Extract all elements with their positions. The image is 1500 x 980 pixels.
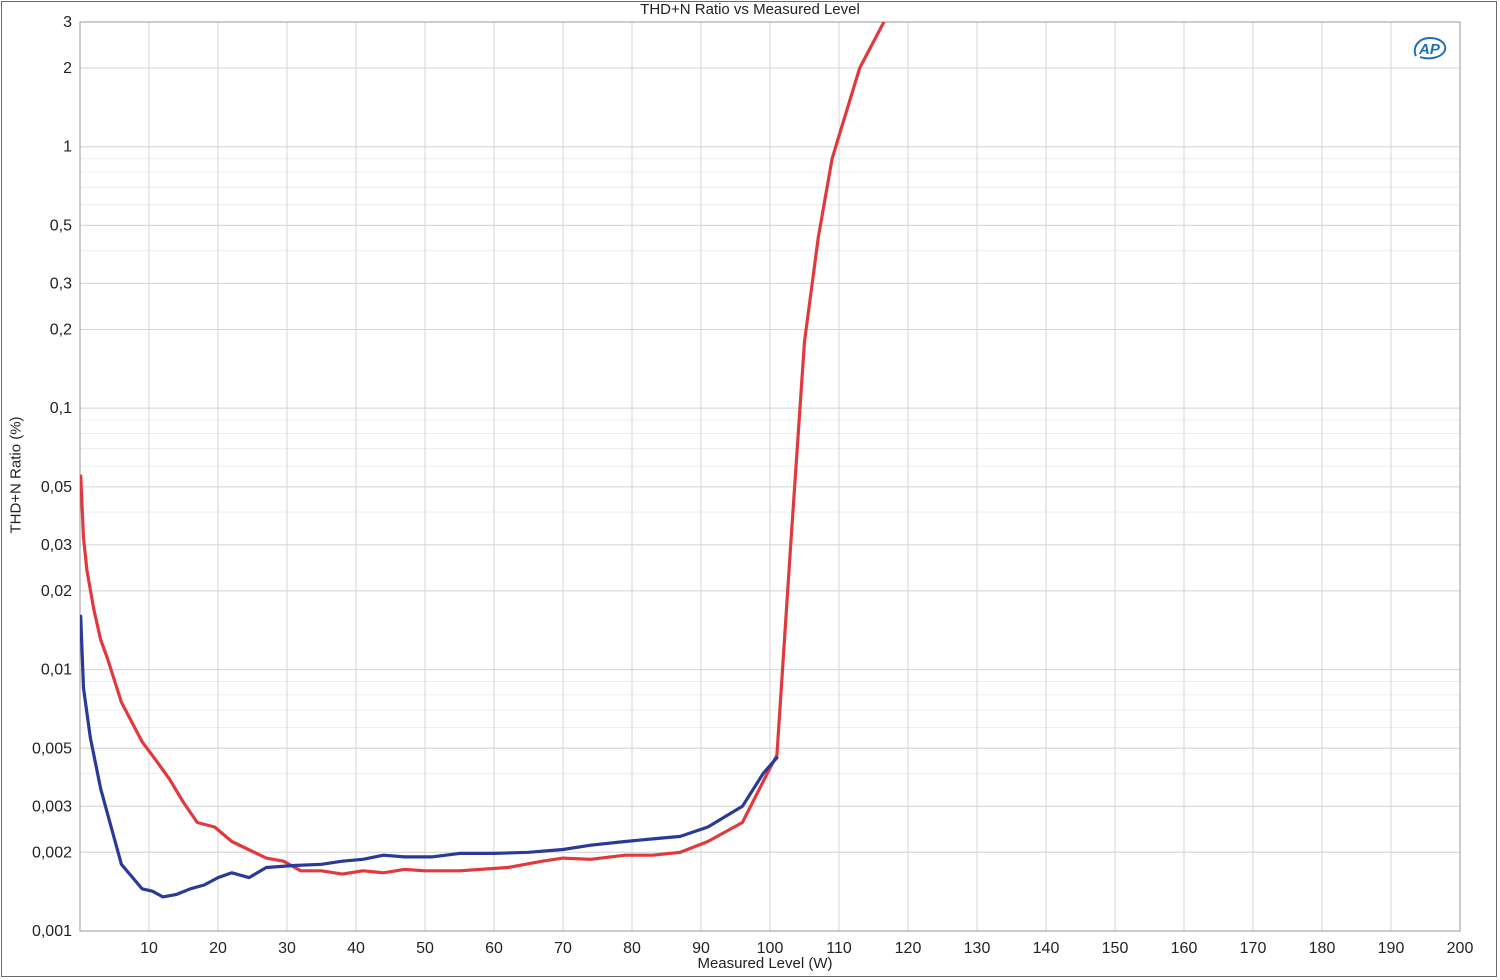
y-axis-label: THD+N Ratio (%) [7, 416, 25, 534]
y-tick-label: 0,05 [41, 479, 72, 496]
y-tick-label: 0,005 [32, 740, 72, 757]
y-tick-label: 0,3 [50, 275, 72, 292]
chart-title: THD+N Ratio vs Measured Level [640, 1, 860, 18]
chart-canvas: 0,001 0,002 0,003 0,005 0,01 0,02 0,03 0,05 0,1 0… [32, 14, 1473, 957]
y-tick-label: 0,001 [32, 923, 72, 940]
y-tick-label: 0,003 [32, 798, 72, 815]
ap-logo-icon: AP [1413, 36, 1447, 60]
y-tick-label: 0,03 [41, 537, 72, 554]
x-axis-label: Measured Level (W) [697, 955, 833, 972]
y-tick-label: 0,5 [50, 217, 72, 234]
y-tick-label: 0,01 [41, 662, 72, 679]
y-tick-label: 0,1 [50, 400, 72, 417]
y-tick-label: 2 [63, 60, 72, 77]
y-tick-label: 1 [63, 139, 72, 156]
y-tick-label: 0,002 [32, 844, 72, 861]
y-tick-label: 0,02 [41, 583, 72, 600]
svg-text:AP: AP [1418, 41, 1441, 58]
y-tick-label: 0,2 [50, 321, 72, 338]
